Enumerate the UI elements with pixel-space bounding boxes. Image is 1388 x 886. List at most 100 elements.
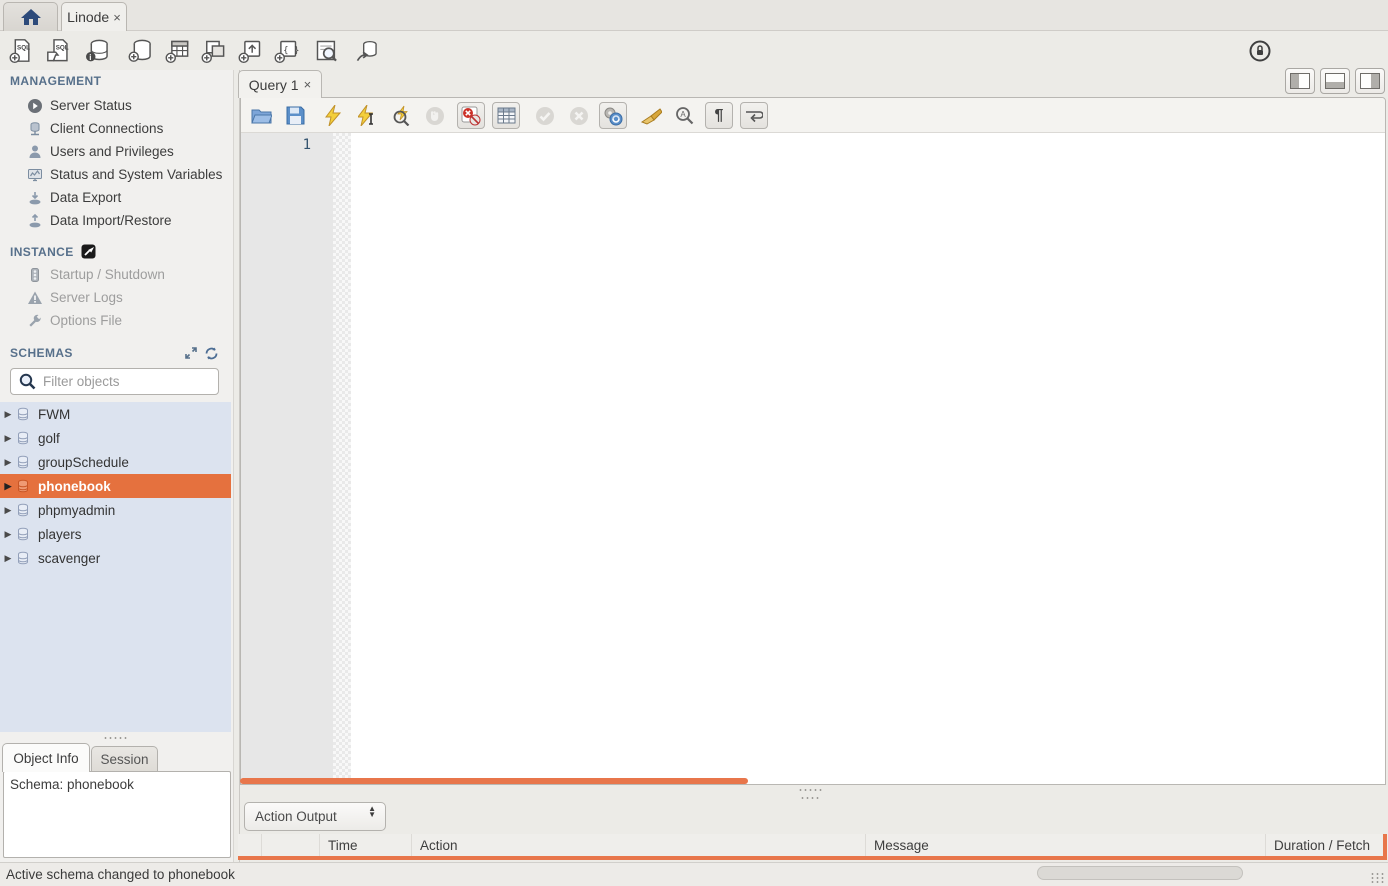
close-icon[interactable]: ×: [304, 77, 312, 92]
schema-row-groupschedule[interactable]: ▶ groupSchedule: [0, 450, 231, 474]
server-status-icon: [27, 98, 43, 114]
inspect-database-button[interactable]: i: [84, 37, 111, 64]
sidebar-item-data-export[interactable]: Data Export: [0, 186, 233, 209]
expander-icon[interactable]: ▶: [0, 553, 16, 564]
invisible-chars-toggle[interactable]: ¶: [705, 102, 733, 129]
limit-rows-icon: [497, 107, 516, 124]
schema-name: phpmyadmin: [38, 503, 115, 518]
inspect-database-icon: i: [84, 37, 111, 64]
svg-text:SQL: SQL: [56, 44, 69, 51]
schemas-refresh-button[interactable]: [204, 346, 219, 366]
output-col-time[interactable]: Time: [320, 834, 412, 857]
sidebar-item-system-variables[interactable]: Status and System Variables: [0, 163, 233, 186]
lock-button[interactable]: [1248, 39, 1275, 66]
sidebar-splitter-grip[interactable]: [103, 736, 129, 740]
schema-row-scavenger[interactable]: ▶ scavenger: [0, 546, 231, 570]
object-info-panel: Schema: phonebook: [3, 771, 231, 858]
find-icon: A: [675, 106, 695, 126]
autocommit-toggle[interactable]: [599, 102, 627, 129]
rollback-button[interactable]: [565, 102, 593, 129]
execute-current-button[interactable]: [353, 102, 381, 129]
stop-button[interactable]: [421, 102, 449, 129]
expander-icon[interactable]: ▶: [0, 409, 16, 420]
explain-button[interactable]: [388, 102, 416, 129]
output-col-action[interactable]: Action: [412, 834, 866, 857]
output-col-message[interactable]: Message: [866, 834, 1266, 857]
schema-row-phpmyadmin[interactable]: ▶ phpmyadmin: [0, 498, 231, 522]
stop-on-error-toggle[interactable]: [457, 102, 485, 129]
limit-rows-toggle[interactable]: [492, 102, 520, 129]
combo-spinner-icon: ▲▼: [368, 806, 376, 818]
connection-tab-linode[interactable]: Linode×: [61, 2, 127, 31]
sql-editor-text-area[interactable]: [351, 133, 1385, 778]
sidebar-item-data-import[interactable]: Data Import/Restore: [0, 209, 233, 232]
management-section-title: MANAGEMENT: [10, 74, 101, 88]
search-data-icon: [313, 37, 340, 64]
expander-icon[interactable]: ▶: [0, 457, 16, 468]
toggle-left-sidebar-button[interactable]: [1285, 68, 1315, 94]
output-horizontal-scrollbar-thumb[interactable]: [1037, 866, 1243, 880]
search-data-button[interactable]: [313, 37, 340, 64]
open-file-icon: [251, 107, 272, 125]
main-toolbar: SQL SQL i: [0, 31, 1388, 70]
tab-object-info[interactable]: Object Info: [2, 743, 90, 772]
toggle-output-area-button[interactable]: [1320, 68, 1350, 94]
filter-objects-input[interactable]: [43, 374, 203, 389]
tab-label: Session: [100, 752, 148, 767]
autocommit-icon: [603, 106, 623, 126]
output-col-duration[interactable]: Duration / Fetch: [1266, 834, 1388, 857]
new-query-tab-button[interactable]: SQL: [8, 37, 35, 64]
stop-on-error-icon: [461, 106, 481, 126]
execute-button[interactable]: [319, 102, 347, 129]
tab-session[interactable]: Session: [91, 746, 158, 772]
schema-filter[interactable]: [10, 368, 219, 395]
save-icon: [286, 106, 305, 125]
schema-row-players[interactable]: ▶ players: [0, 522, 231, 546]
schema-row-fwm[interactable]: ▶ FWM: [0, 402, 231, 426]
sidebar-item-options-file[interactable]: Options File: [0, 309, 233, 332]
output-splitter-grip[interactable]: [798, 788, 822, 791]
expander-icon[interactable]: ▶: [0, 433, 16, 444]
output-splitter-grip[interactable]: [800, 796, 820, 799]
schema-name: players: [38, 527, 82, 542]
expander-icon[interactable]: ▶: [0, 481, 16, 492]
schema-row-golf[interactable]: ▶ golf: [0, 426, 231, 450]
sidebar-item-client-connections[interactable]: Client Connections: [0, 117, 233, 140]
create-function-button[interactable]: { }: [273, 37, 300, 64]
wrap-text-toggle[interactable]: [740, 102, 768, 129]
home-tab[interactable]: [3, 2, 58, 31]
expander-icon[interactable]: ▶: [0, 505, 16, 516]
schema-row-phonebook[interactable]: ▶ phonebook: [0, 474, 231, 498]
startup-shutdown-icon: [27, 267, 43, 283]
find-button[interactable]: A: [671, 102, 699, 129]
sidebar-item-users-privileges[interactable]: Users and Privileges: [0, 140, 233, 163]
data-export-icon: [27, 190, 43, 206]
commit-button[interactable]: [531, 102, 559, 129]
stop-icon: [425, 106, 445, 126]
reconnect-server-button[interactable]: [353, 37, 380, 64]
schemas-expand-button[interactable]: [184, 346, 198, 365]
sidebar-splitter[interactable]: [233, 70, 240, 862]
expander-icon[interactable]: ▶: [0, 529, 16, 540]
create-table-button[interactable]: [164, 37, 191, 64]
create-view-button[interactable]: [200, 37, 227, 64]
create-procedure-button[interactable]: [237, 37, 264, 64]
save-file-button[interactable]: [281, 102, 309, 129]
window-resize-grip[interactable]: [1370, 872, 1386, 884]
open-file-button[interactable]: [247, 102, 275, 129]
sidebar-item-startup-shutdown[interactable]: Startup / Shutdown: [0, 263, 233, 286]
editor-horizontal-scrollbar[interactable]: [240, 778, 748, 784]
toggle-right-sidebar-button[interactable]: [1355, 68, 1385, 94]
new-sql-tab-icon: SQL: [8, 37, 35, 64]
output-col-icon: [238, 834, 262, 857]
tab-query-1[interactable]: Query 1×: [238, 70, 322, 98]
sidebar-item-server-status[interactable]: Server Status: [0, 94, 233, 117]
close-icon[interactable]: ×: [113, 10, 121, 25]
open-sql-script-button[interactable]: SQL: [45, 37, 72, 64]
create-schema-button[interactable]: [127, 37, 154, 64]
output-vertical-scrollbar[interactable]: [1383, 834, 1387, 860]
output-type-select[interactable]: Action Output ▲▼: [244, 802, 386, 831]
sidebar-item-server-logs[interactable]: Server Logs: [0, 286, 233, 309]
beautify-button[interactable]: [637, 102, 665, 129]
svg-text:A: A: [680, 110, 686, 119]
